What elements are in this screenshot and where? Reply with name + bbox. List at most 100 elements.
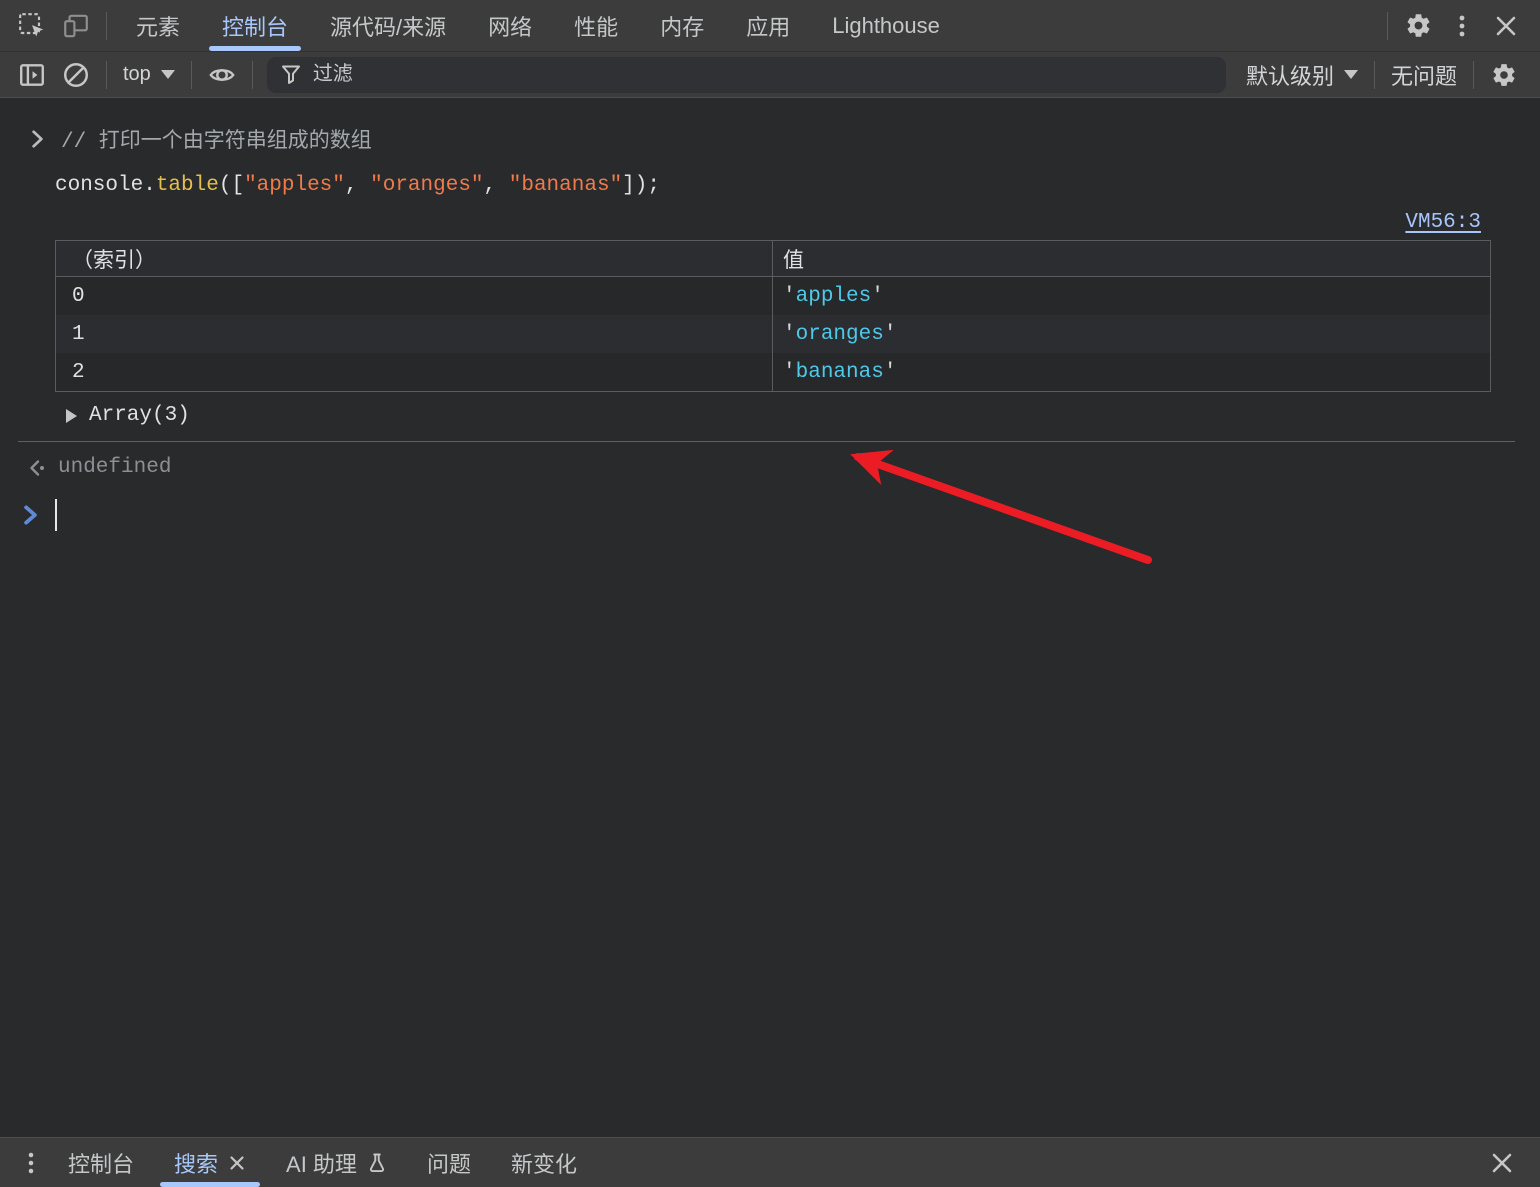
message-divider [18,441,1515,442]
issues-label: 无问题 [1391,59,1457,91]
code-string-3: "bananas" [509,174,622,197]
create-live-expression-button[interactable] [200,53,244,97]
table-body: 0 'apples' 1 'oranges' 2 'bananas' [56,277,1490,391]
string-quote: ' [884,323,897,346]
tab-lighthouse-label: Lighthouse [832,13,940,39]
close-devtools-button[interactable] [1484,4,1528,48]
filter-input[interactable] [313,63,1214,86]
drawer-tab-ai-assistance[interactable]: AI 助理 [266,1138,407,1187]
settings-button[interactable] [1396,4,1440,48]
console-echo-code: console.table(["apples", "oranges", "ban… [55,174,1540,197]
tab-network[interactable]: 网络 [467,0,553,51]
code-close: ]); [622,174,660,197]
log-level-label: 默认级别 [1246,59,1334,91]
log-level-selector[interactable]: 默认级别 [1238,59,1366,91]
eye-icon [207,60,237,90]
text-cursor [55,499,57,531]
tab-performance-label: 性能 [574,10,618,42]
close-drawer-button[interactable] [1480,1141,1524,1185]
string-quote: ' [783,323,796,346]
tab-memory[interactable]: 内存 [639,0,725,51]
return-value-label: undefined [58,456,171,479]
table-cell-value: 'oranges' [772,315,1490,353]
context-selector[interactable]: top [115,63,183,86]
kebab-menu-icon [19,1150,43,1176]
tab-lighthouse[interactable]: Lighthouse [811,0,961,51]
toolbar-separator [1473,61,1474,89]
toolbar-separator [252,61,253,89]
toolbar-separator [191,61,192,89]
table-header-row: （索引） 值 [56,241,1490,277]
table-cell-index: 1 [56,323,772,346]
drawer-tab-issues[interactable]: 问题 [407,1138,491,1187]
issues-counter[interactable]: 无问题 [1383,59,1465,91]
more-options-button[interactable] [1440,4,1484,48]
code-comma-2: , [484,174,509,197]
code-open: ([ [219,174,244,197]
filter-box [267,57,1226,93]
toggle-device-toolbar-button[interactable] [54,4,98,48]
gear-icon [1491,62,1517,88]
source-location-link[interactable]: VM56:3 [1405,211,1481,234]
code-method: table [156,174,219,197]
table-cell-value: 'bananas' [772,353,1490,391]
string-quote: ' [871,285,884,308]
drawer-tab-ai-label: AI 助理 [286,1147,357,1179]
tab-application[interactable]: 应用 [725,0,811,51]
toolbar-separator [1387,12,1388,40]
toolbar-separator [1374,61,1375,89]
table-header-value: 值 [772,241,1490,276]
filter-funnel-icon [279,63,303,87]
drawer-tab-search-label: 搜索 [174,1147,218,1179]
code-string-1: "apples" [244,174,345,197]
drawer-tab-whats-new-label: 新变化 [511,1147,577,1179]
clear-console-icon [62,61,90,89]
context-selector-label: top [123,63,151,86]
tab-elements-label: 元素 [136,10,180,42]
drawer-tab-console[interactable]: 控制台 [48,1138,154,1187]
return-value-icon [26,457,48,479]
console-table: （索引） 值 0 'apples' 1 'oranges' 2 'bananas… [55,240,1491,392]
return-value-row: undefined [26,456,1540,479]
drawer-tab-bar: 控制台 搜索 AI 助理 问题 新变化 [0,1137,1540,1187]
string-quote: ' [783,361,796,384]
device-toolbar-icon [62,12,90,40]
tab-network-label: 网络 [488,10,532,42]
experiment-flask-icon [367,1152,387,1174]
console-toolbar: top 默认级别 无问题 [0,52,1540,98]
table-row: 1 'oranges' [56,315,1490,353]
close-tab-icon[interactable] [228,1154,246,1172]
drawer-tab-search[interactable]: 搜索 [154,1138,266,1187]
code-object: console. [55,174,156,197]
console-echo-message: // 打印一个由字符串组成的数组 [30,124,1540,154]
prompt-chevron-icon [22,504,39,526]
array-preview-row[interactable]: Array(3) [66,404,1540,427]
drawer-tab-whats-new[interactable]: 新变化 [491,1138,597,1187]
string-value: apples [796,285,872,308]
tab-elements[interactable]: 元素 [115,0,201,51]
chevron-right-icon [30,129,45,149]
echo-comment: // 打印一个由字符串组成的数组 [61,124,372,154]
tab-console[interactable]: 控制台 [201,0,309,51]
console-settings-button[interactable] [1482,53,1526,97]
clear-console-button[interactable] [54,53,98,97]
table-cell-value: 'apples' [772,277,1490,315]
chevron-down-icon [1344,70,1358,79]
table-cell-index: 0 [56,285,772,308]
array-preview-label: Array(3) [89,404,190,427]
string-value: oranges [796,323,884,346]
toolbar-separator [106,12,107,40]
tab-sources[interactable]: 源代码/来源 [309,0,467,51]
inspect-element-button[interactable] [10,4,54,48]
tab-sources-label: 源代码/来源 [330,10,446,42]
tab-performance[interactable]: 性能 [553,0,639,51]
show-console-sidebar-button[interactable] [10,53,54,97]
string-quote: ' [783,285,796,308]
expand-triangle-icon[interactable] [66,409,77,423]
chevron-down-icon [161,70,175,79]
drawer-menu-button[interactable] [14,1141,48,1185]
close-icon [1493,13,1519,39]
source-link-row: VM56:3 [0,211,1481,234]
console-prompt[interactable] [22,499,1540,531]
close-icon [1489,1150,1515,1176]
